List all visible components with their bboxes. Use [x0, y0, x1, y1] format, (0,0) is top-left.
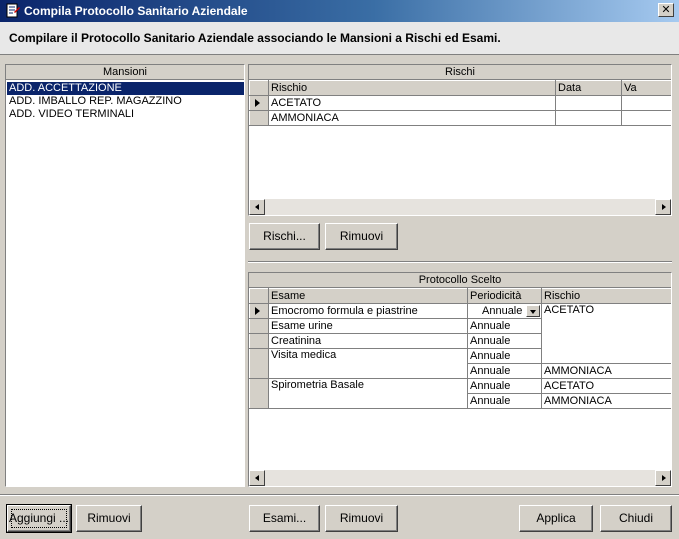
- cell-periodicita[interactable]: Annuale: [467, 348, 542, 364]
- scroll-left-button[interactable]: [249, 470, 265, 486]
- table-row[interactable]: ACETATO: [249, 95, 671, 111]
- mansioni-caption: Mansioni: [6, 65, 244, 80]
- cell-periodicita[interactable]: Annuale: [467, 318, 542, 334]
- arrow-right-icon: [662, 475, 666, 481]
- title-bar: Compila Protocollo Sanitario Aziendale ✕: [0, 0, 679, 22]
- cell-periodicita[interactable]: Annuale: [467, 333, 542, 349]
- form-icon: [6, 3, 20, 18]
- table-row[interactable]: AMMONIACA: [249, 110, 671, 126]
- column-header-rischio[interactable]: Rischio: [541, 288, 671, 304]
- footer-separator: [0, 494, 679, 496]
- chevron-down-icon: [530, 310, 536, 314]
- column-header-rischio[interactable]: Rischio: [268, 80, 556, 96]
- aggiungi-button[interactable]: Aggiungi ...: [6, 504, 72, 533]
- cell-rischio[interactable]: ACETATO: [268, 95, 556, 111]
- mansioni-list[interactable]: ADD. ACCETTAZIONE ADD. IMBALLO REP. MAGA…: [6, 80, 244, 121]
- rimuovi-esame-button[interactable]: Rimuovi: [325, 505, 398, 532]
- protocollo-panel: Protocollo Scelto Esame Periodicità Risc…: [248, 272, 672, 487]
- cell-rischio[interactable]: ACETATO: [541, 303, 671, 364]
- row-indicator: [249, 95, 269, 111]
- instruction-text: Compilare il Protocollo Sanitario Aziend…: [9, 31, 501, 45]
- header-corner: [249, 80, 269, 96]
- close-button[interactable]: ✕: [658, 3, 674, 17]
- row-indicator: [249, 333, 269, 349]
- rischi-caption: Rischi: [249, 65, 671, 80]
- row-pointer-icon: [255, 307, 260, 315]
- chiudi-button[interactable]: Chiudi: [600, 505, 672, 532]
- row-indicator: [249, 110, 269, 126]
- protocollo-grid[interactable]: Esame Periodicità Rischio Emocromo formu…: [249, 288, 671, 409]
- list-item[interactable]: ADD. ACCETTAZIONE: [7, 82, 244, 95]
- cell-periodicita[interactable]: Annuale: [467, 393, 542, 409]
- cell-rischio[interactable]: AMMONIACA: [541, 363, 671, 379]
- instruction-band: Compilare il Protocollo Sanitario Aziend…: [0, 22, 679, 55]
- rischi-remove-button[interactable]: Rimuovi: [325, 223, 398, 250]
- row-indicator: [249, 318, 269, 334]
- row-indicator: [249, 378, 269, 409]
- column-header-esame[interactable]: Esame: [268, 288, 468, 304]
- window-title: Compila Protocollo Sanitario Aziendale: [24, 4, 248, 18]
- cell-data[interactable]: [555, 110, 622, 126]
- cell-rischio[interactable]: AMMONIACA: [268, 110, 556, 126]
- cell-esame[interactable]: Creatinina: [268, 333, 468, 349]
- cell-va[interactable]: [621, 95, 671, 111]
- protocollo-header-row: Esame Periodicità Rischio: [249, 288, 671, 304]
- column-header-va[interactable]: Va: [621, 80, 671, 96]
- table-row[interactable]: Spirometria Basale Annuale ACETATO: [249, 378, 671, 409]
- column-header-data[interactable]: Data: [555, 80, 622, 96]
- scroll-left-button[interactable]: [249, 199, 265, 215]
- arrow-right-icon: [662, 204, 666, 210]
- cell-esame[interactable]: Visita medica: [268, 348, 468, 379]
- list-item[interactable]: ADD. IMBALLO REP. MAGAZZINO: [7, 95, 244, 108]
- esami-button[interactable]: Esami...: [249, 505, 320, 532]
- mansioni-panel: Mansioni ADD. ACCETTAZIONE ADD. IMBALLO …: [5, 64, 245, 487]
- scroll-right-button[interactable]: [655, 470, 671, 486]
- list-item[interactable]: ADD. VIDEO TERMINALI: [7, 108, 244, 121]
- cell-va[interactable]: [621, 110, 671, 126]
- row-indicator: [249, 303, 269, 319]
- cell-esame[interactable]: Esame urine: [268, 318, 468, 334]
- column-header-periodicita[interactable]: Periodicità: [467, 288, 542, 304]
- rischi-panel: Rischi Rischio Data Va ACETATO AMMONIACA: [248, 64, 672, 216]
- arrow-left-icon: [255, 475, 259, 481]
- rischi-grid[interactable]: Rischio Data Va ACETATO AMMONIACA: [249, 80, 671, 126]
- cell-data[interactable]: [555, 95, 622, 111]
- applica-button[interactable]: Applica: [519, 505, 593, 532]
- rischi-hscrollbar[interactable]: [249, 199, 671, 215]
- cell-rischio[interactable]: ACETATO: [541, 378, 671, 394]
- table-row[interactable]: Emocromo formula e piastrine Annuale ACE…: [249, 303, 671, 364]
- protocollo-caption: Protocollo Scelto: [249, 273, 671, 288]
- periodicita-dropdown[interactable]: Annuale: [467, 303, 542, 319]
- cell-rischio[interactable]: AMMONIACA: [541, 393, 671, 409]
- row-pointer-icon: [255, 99, 260, 107]
- separator: [248, 261, 672, 263]
- dropdown-button[interactable]: [526, 305, 540, 317]
- cell-periodicita[interactable]: Annuale: [467, 378, 542, 394]
- cell-periodicita[interactable]: Annuale: [467, 363, 542, 379]
- rimuovi-mansione-button[interactable]: Rimuovi: [76, 505, 142, 532]
- cell-periodicita: Annuale: [482, 304, 523, 317]
- row-indicator: [249, 348, 269, 379]
- rischi-add-button[interactable]: Rischi...: [249, 223, 320, 250]
- close-icon: ✕: [661, 4, 671, 16]
- rischi-header-row: Rischio Data Va: [249, 80, 671, 96]
- header-corner: [249, 288, 269, 304]
- scroll-right-button[interactable]: [655, 199, 671, 215]
- protocollo-hscrollbar[interactable]: [249, 470, 671, 486]
- arrow-left-icon: [255, 204, 259, 210]
- cell-esame[interactable]: Emocromo formula e piastrine: [268, 303, 468, 319]
- cell-esame[interactable]: Spirometria Basale: [268, 378, 468, 409]
